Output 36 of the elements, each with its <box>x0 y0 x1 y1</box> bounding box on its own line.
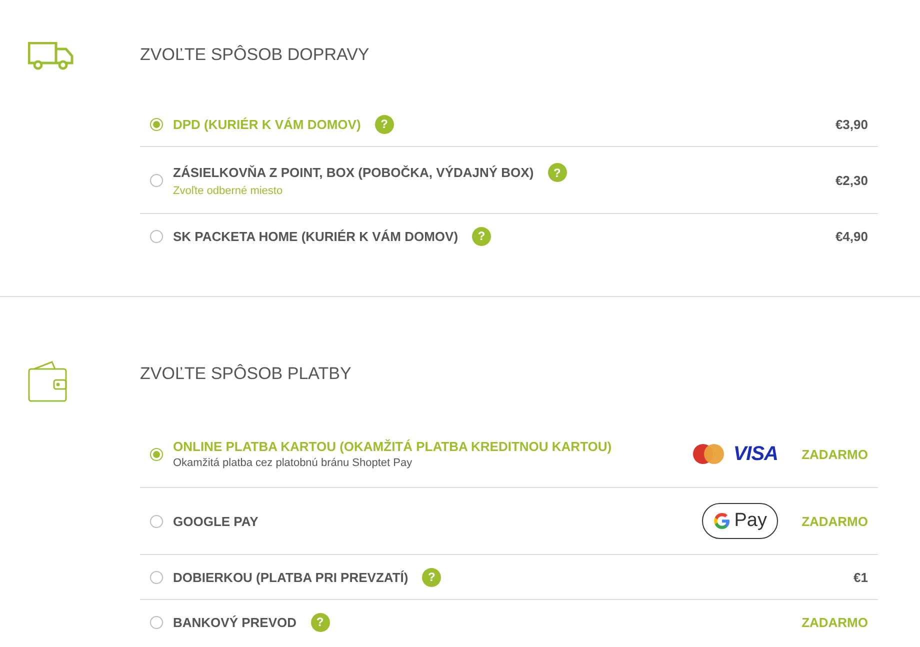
option-price: ZADARMO <box>800 614 868 630</box>
option-label: SK PACKETA HOME (KURIÉR K VÁM DOMOV) <box>173 228 458 244</box>
wallet-icon <box>28 361 68 403</box>
g-icon <box>713 512 732 530</box>
option-price: €1 <box>852 570 868 584</box>
option-label: DPD (KURIÉR K VÁM DOMOV) <box>173 116 361 132</box>
option-price: €3,90 <box>834 116 868 132</box>
option-label: GOOGLE PAY <box>173 514 258 528</box>
pay-badge: Pay <box>702 503 778 539</box>
option-label: ONLINE PLATBA KARTOU (OKAMŽITÁ PLATBA KREDITNOU KARTOU) <box>173 439 612 454</box>
radio-button[interactable] <box>150 118 163 130</box>
radio-button[interactable] <box>150 616 163 628</box>
section-title: ZVOĽTE SPÔSOB PLATBY <box>140 363 352 385</box>
radio-button[interactable] <box>150 514 163 528</box>
help-icon[interactable]: ? <box>422 568 442 586</box>
section-title: ZVOĽTE SPÔSOB DOPRAVY <box>140 44 370 66</box>
option-note: Okamžitá platba cez platobnú bránu Shoptet Pay <box>173 457 414 469</box>
option-price: ZADARMO <box>800 446 868 462</box>
option-price: €4,90 <box>834 228 868 244</box>
truck-icon <box>28 42 74 70</box>
pickup-link[interactable]: Zvoľte odberné miesto <box>173 185 798 197</box>
help-icon[interactable]: ? <box>310 612 330 632</box>
radio-button[interactable] <box>150 230 163 242</box>
help-icon[interactable]: ? <box>548 163 567 182</box>
option-label: BANKOVÝ PREVOD <box>173 614 297 630</box>
option-price: €2,30 <box>834 172 868 188</box>
radio-button[interactable] <box>150 448 163 460</box>
radio-button[interactable] <box>150 174 163 186</box>
card-circles-icon <box>692 443 726 465</box>
radio-button[interactable] <box>150 570 163 584</box>
help-icon[interactable]: ? <box>472 226 492 246</box>
card-brand-logo: VISA <box>733 442 778 466</box>
option-label: DOBIERKOU (PLATBA PRI PREVZATÍ) <box>173 570 408 584</box>
option-label: ZÁSIELKOVŇA Z POINT, BOX (POBOČKA, VÝDAJNÝ BOX) <box>173 165 534 180</box>
help-icon[interactable]: ? <box>374 114 394 134</box>
option-price: ZADARMO <box>800 514 868 528</box>
